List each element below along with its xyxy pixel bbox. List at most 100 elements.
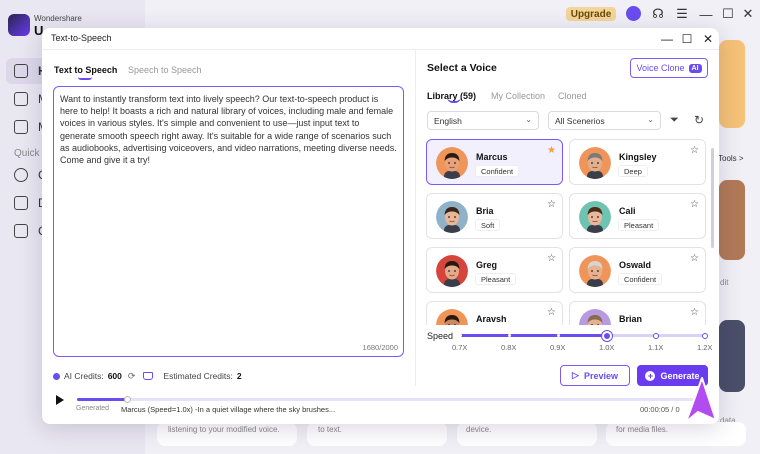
- tool-card-image-2[interactable]: [719, 320, 745, 392]
- voice-card[interactable]: Aravsh ☆: [426, 301, 563, 325]
- tools-link[interactable]: Tools >: [718, 154, 744, 163]
- voice-avatar: [579, 309, 611, 325]
- active-tab-indicator: [447, 97, 461, 103]
- speed-label: Speed: [427, 331, 454, 341]
- voice-avatar: [579, 255, 611, 287]
- speed-slider[interactable]: [458, 330, 708, 341]
- preview-button[interactable]: ▷ Preview: [560, 365, 630, 386]
- voice-avatar: [579, 201, 611, 233]
- filter-icon[interactable]: ⏷: [670, 114, 679, 127]
- text-input-content[interactable]: Want to instantly transform text into li…: [60, 93, 397, 166]
- scenario-select[interactable]: All Scenerios ⌄: [548, 111, 661, 130]
- voice-clone-button[interactable]: Voice Clone AI: [630, 58, 708, 78]
- text-input-area[interactable]: Want to instantly transform text into li…: [53, 86, 404, 357]
- star-icon[interactable]: ☆: [547, 199, 556, 210]
- close-icon[interactable]: ✕: [740, 6, 756, 22]
- ai-credits-label: AI Credits:: [64, 371, 104, 381]
- voice-name: Brian: [619, 314, 643, 324]
- voice-name: Aravsh: [476, 314, 507, 324]
- voice-style-tag: Confident: [475, 165, 520, 177]
- user-avatar[interactable]: [626, 6, 641, 21]
- ai-credits-icon: [53, 372, 60, 380]
- star-icon[interactable]: ☆: [690, 307, 699, 318]
- playback-knob[interactable]: [124, 395, 132, 403]
- voice-card[interactable]: Oswald Confident ☆: [569, 247, 706, 293]
- plus-icon: +: [645, 370, 656, 381]
- voice-name: Bria: [476, 206, 494, 216]
- ai-badge: AI: [688, 63, 702, 73]
- star-icon[interactable]: ☆: [690, 145, 699, 156]
- document-icon: [14, 120, 28, 134]
- refresh-credits-icon[interactable]: ⟳: [128, 371, 136, 382]
- voice-list-scrollbar[interactable]: [711, 148, 714, 248]
- playback-time-elapsed: 00:00:05 / 0: [640, 405, 680, 414]
- maximize-icon[interactable]: ☐: [677, 30, 697, 48]
- estimated-credits-value: 2: [236, 371, 242, 381]
- estimated-credits-label: Estimated Credits:: [163, 371, 233, 381]
- voice-avatar: [436, 201, 468, 233]
- close-icon[interactable]: ✕: [698, 30, 718, 48]
- minimize-icon[interactable]: —: [657, 30, 677, 48]
- monitor-icon: [14, 224, 28, 238]
- language-select[interactable]: English ⌄: [427, 111, 539, 130]
- voice-card[interactable]: Greg Pleasant ☆: [426, 247, 563, 293]
- speed-step-marker: [458, 334, 462, 337]
- voice-card[interactable]: Brian ☆: [569, 301, 706, 325]
- refresh-icon[interactable]: ↻: [694, 113, 704, 127]
- star-icon[interactable]: ☆: [547, 253, 556, 264]
- text-to-speech-dialog: Text-to-Speech — ☐ ✕ Text to Speech Spee…: [42, 28, 719, 424]
- voice-name: Cali: [619, 206, 636, 216]
- tab-my-collection[interactable]: My Collection: [491, 91, 545, 101]
- voice-clone-label: Voice Clone: [636, 63, 685, 73]
- speed-tick-label: 1.1X: [648, 343, 664, 352]
- app-logo: [8, 14, 30, 36]
- tab-text-to-speech[interactable]: Text to Speech: [54, 65, 117, 75]
- star-icon[interactable]: ☆: [690, 253, 699, 264]
- headset-icon[interactable]: ☊: [650, 6, 666, 22]
- window-icon[interactable]: ☐: [720, 6, 736, 22]
- briefcase-icon: [14, 92, 28, 106]
- tool-card-image[interactable]: [719, 180, 745, 260]
- voice-style-tag: Soft: [475, 219, 501, 231]
- speed-step-marker: [507, 334, 511, 337]
- feature-card-2-text: to text.: [318, 425, 343, 434]
- play-icon: ▷: [572, 370, 579, 380]
- voice-card[interactable]: Kingsley Deep ☆: [569, 139, 706, 185]
- panel-divider: [415, 50, 416, 386]
- speed-tick-label: 1.0X: [599, 343, 615, 352]
- upgrade-button[interactable]: Upgrade: [566, 7, 616, 21]
- tab-cloned[interactable]: Cloned: [558, 91, 587, 101]
- voice-card[interactable]: Marcus Confident ★: [426, 139, 563, 185]
- voice-name: Marcus: [476, 152, 508, 162]
- menu-icon[interactable]: ☰: [674, 6, 690, 22]
- speed-step-marker: [556, 334, 560, 337]
- play-icon[interactable]: [56, 395, 64, 405]
- speed-tick-label: 0.8X: [501, 343, 517, 352]
- audio-player: Generated Marcus (Speed=1.0x) -In a quie…: [42, 387, 719, 424]
- tool-card-text: dit: [720, 278, 729, 287]
- playback-progress: [77, 398, 128, 401]
- minimize-icon[interactable]: —: [698, 6, 714, 22]
- voice-style-tag: Deep: [618, 165, 648, 177]
- generated-status: Generated: [76, 405, 110, 412]
- voice-panel-title: Select a Voice: [427, 62, 497, 74]
- speed-tick-label: 0.9X: [550, 343, 566, 352]
- feature-banner[interactable]: [719, 40, 745, 128]
- voice-avatar: [579, 147, 611, 179]
- playback-track[interactable]: [77, 395, 705, 403]
- credits-row: AI Credits: 600 ⟳ Estimated Credits: 2: [53, 370, 242, 382]
- star-icon[interactable]: ☆: [690, 199, 699, 210]
- chevron-down-icon: ⌄: [525, 115, 532, 124]
- speed-slider-knob[interactable]: [602, 330, 612, 341]
- voice-avatar: [436, 147, 468, 179]
- star-icon[interactable]: ☆: [547, 307, 556, 318]
- tab-speech-to-speech[interactable]: Speech to Speech: [128, 65, 202, 75]
- voice-style-tag: Pleasant: [475, 273, 517, 285]
- star-filled-icon[interactable]: ★: [547, 145, 556, 156]
- brand-company: Wondershare: [34, 14, 82, 23]
- voice-card[interactable]: Bria Soft ☆: [426, 193, 563, 239]
- cart-icon[interactable]: [143, 372, 154, 380]
- title-divider: [42, 49, 719, 50]
- speed-step-marker: [653, 332, 659, 339]
- voice-card[interactable]: Cali Pleasant ☆: [569, 193, 706, 239]
